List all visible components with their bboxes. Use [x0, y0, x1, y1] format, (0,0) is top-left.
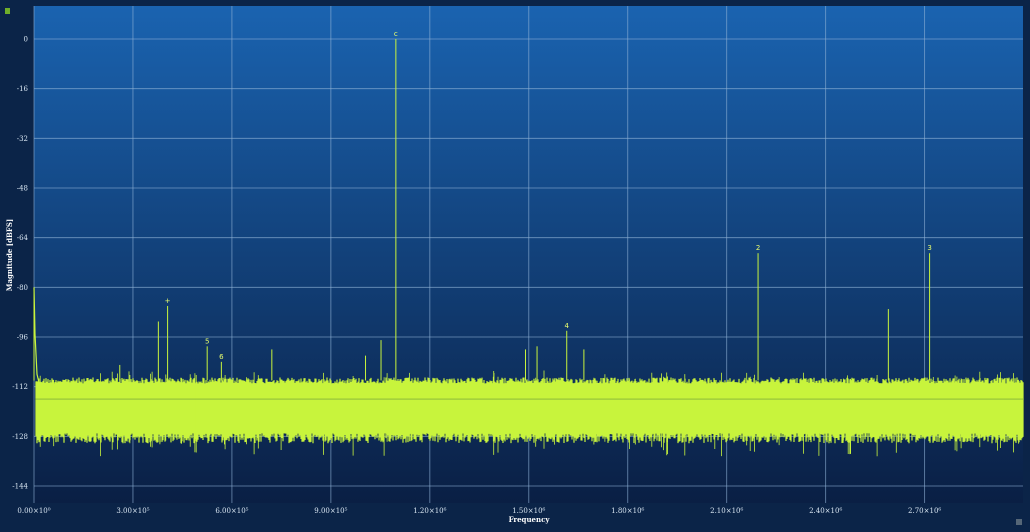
noise-floor-band	[35, 377, 1024, 444]
spectrum-plot: 0 -16 -32 -48 -64 -80 -96 -112 -128 -144 0.00×10⁰…	[0, 0, 1030, 532]
corner-grip-bottom-right[interactable]	[1016, 519, 1022, 525]
peak-marker-label: +	[165, 297, 171, 305]
x-tick-label: 9.00×10⁵	[314, 507, 347, 515]
y-tick-label: -128	[12, 433, 28, 441]
y-tick-label: -80	[17, 284, 28, 292]
y-tick-label: 0	[24, 36, 28, 44]
y-tick-label: -144	[12, 483, 28, 491]
peak-marker-label: 3	[927, 244, 931, 252]
spectrum-chart: 0 -16 -32 -48 -64 -80 -96 -112 -128 -144 0.00×10⁰…	[0, 0, 1030, 532]
x-tick-label: 3.00×10⁵	[116, 507, 149, 515]
y-tick-label: -32	[17, 135, 28, 143]
x-tick-label: 0.00×10⁰	[17, 507, 50, 515]
y-axis-label: Magnitude [dBFS]	[5, 219, 14, 292]
peak-marker-label: c	[394, 30, 398, 38]
y-tick-label: -112	[12, 383, 28, 391]
x-tick-label: 1.80×10⁶	[611, 507, 644, 515]
y-tick-label: -64	[17, 234, 29, 242]
peak-marker-label: 6	[219, 353, 224, 361]
corner-grip-top-left[interactable]	[5, 8, 10, 14]
y-tick-label: -16	[17, 85, 29, 93]
x-axis-label: Frequency	[509, 515, 551, 524]
peak-marker-label: 4	[565, 322, 570, 330]
x-tick-label: 6.00×10⁵	[215, 507, 248, 515]
x-tick-label: 1.50×10⁶	[512, 507, 545, 515]
x-tick-label: 2.40×10⁶	[809, 507, 842, 515]
y-tick-label: -48	[17, 185, 28, 193]
x-tick-label: 1.20×10⁶	[413, 507, 446, 515]
x-tick-label: 2.70×10⁶	[908, 507, 941, 515]
peak-marker-label: 2	[756, 244, 760, 252]
x-tick-label: 2.10×10⁶	[710, 507, 743, 515]
y-tick-label: -96	[17, 334, 29, 342]
peak-marker-label: 5	[205, 337, 209, 345]
